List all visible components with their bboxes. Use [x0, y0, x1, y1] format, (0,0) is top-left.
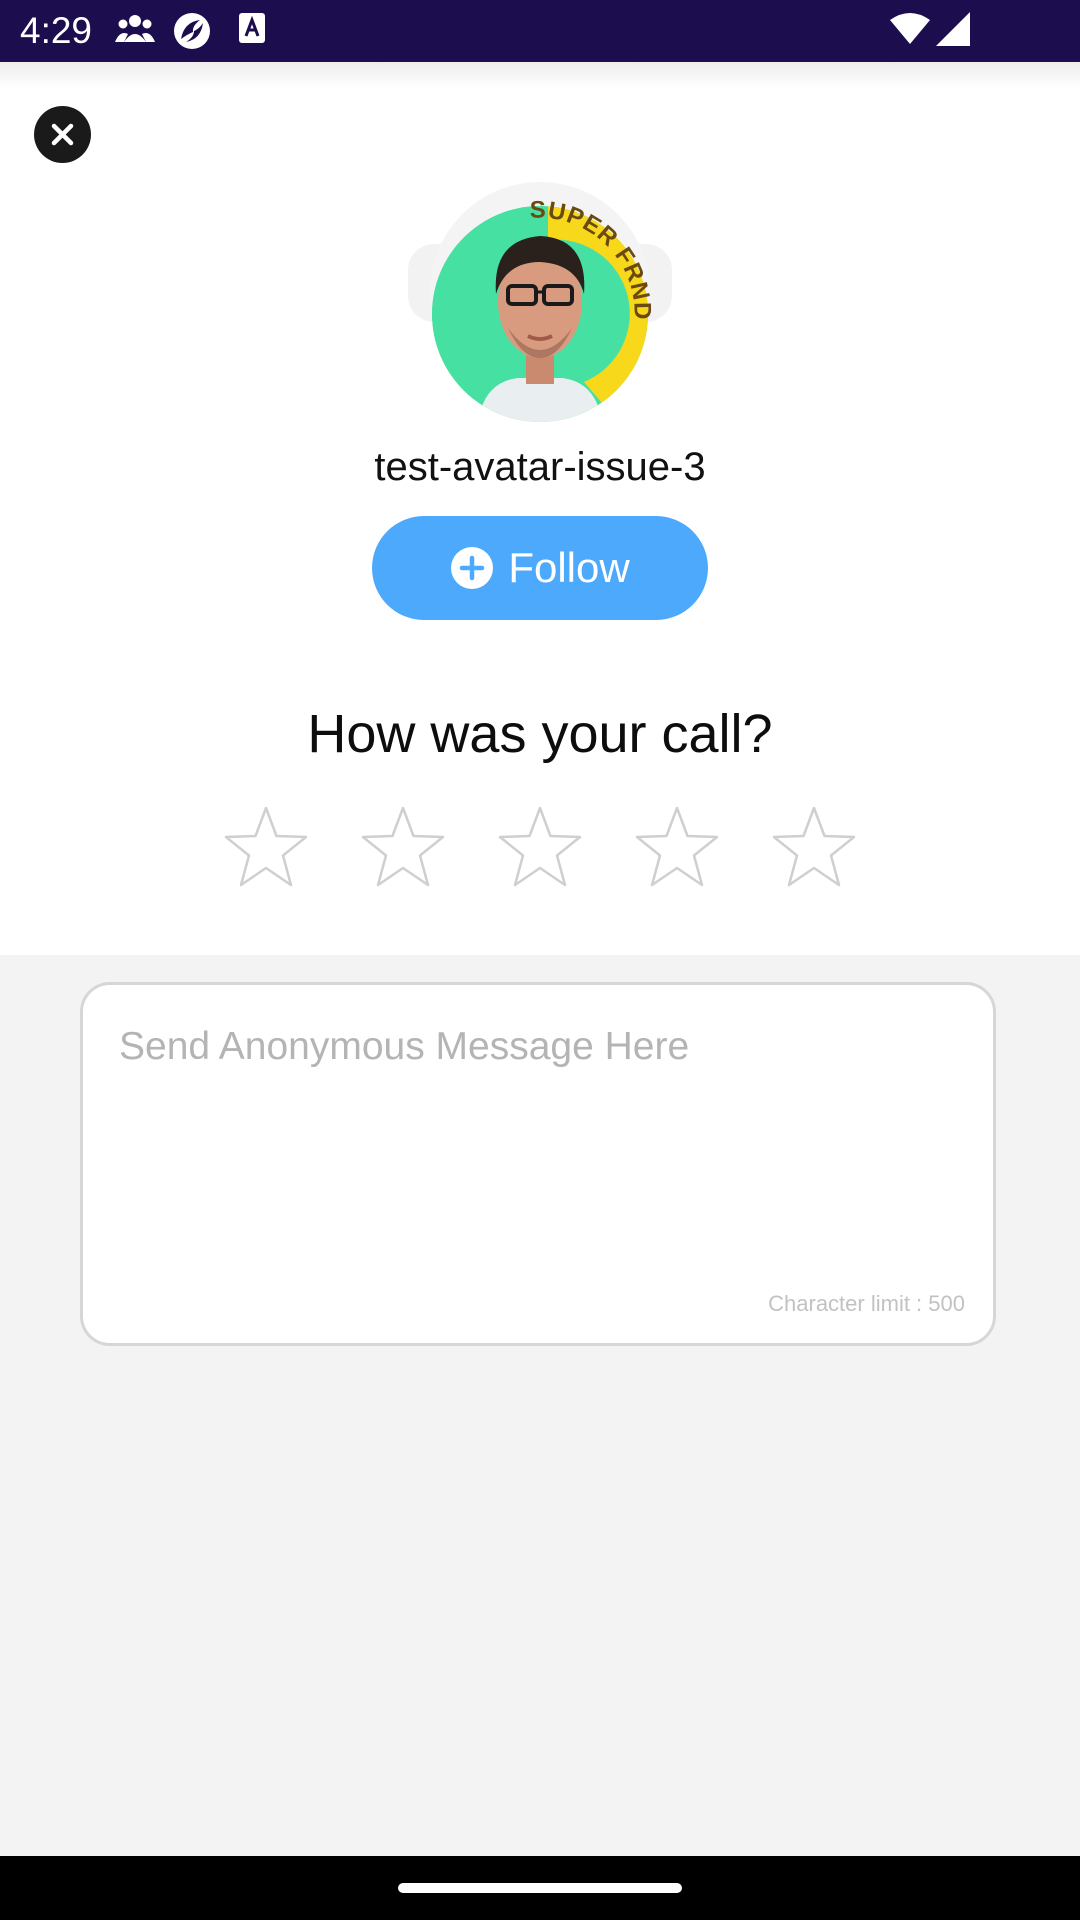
close-icon: [51, 123, 74, 146]
anonymous-message-input[interactable]: [119, 1025, 959, 1225]
rating-star-5[interactable]: [769, 804, 859, 892]
status-bar: 4:29: [0, 0, 1080, 62]
plus-circle-icon: [451, 547, 494, 589]
navigation-bar: [0, 1856, 1080, 1920]
people-icon: [115, 15, 155, 42]
rating-star-3[interactable]: [495, 804, 585, 892]
status-time: 4:29: [20, 10, 93, 51]
wifi-icon: [890, 13, 930, 44]
rating-star-2[interactable]: [358, 804, 448, 892]
avatar[interactable]: SUPER FRND: [408, 182, 672, 426]
username: test-avatar-issue-3: [374, 445, 706, 489]
panel-shadow: [0, 62, 1080, 88]
message-box: Character limit : 500: [80, 982, 996, 1346]
home-indicator[interactable]: [398, 1883, 682, 1893]
app-notification-icon: [174, 13, 210, 49]
close-button[interactable]: [34, 106, 91, 163]
follow-button[interactable]: Follow: [372, 516, 708, 620]
avatar-image: SUPER FRND: [408, 182, 672, 422]
a-icon: [239, 13, 265, 43]
character-limit: Character limit : 500: [768, 1291, 965, 1316]
cellular-signal-icon: [936, 12, 970, 46]
follow-label: Follow: [508, 544, 630, 591]
rating-star-4[interactable]: [632, 804, 722, 892]
rating-title: How was your call?: [307, 704, 773, 764]
rating-star-1[interactable]: [221, 804, 311, 892]
